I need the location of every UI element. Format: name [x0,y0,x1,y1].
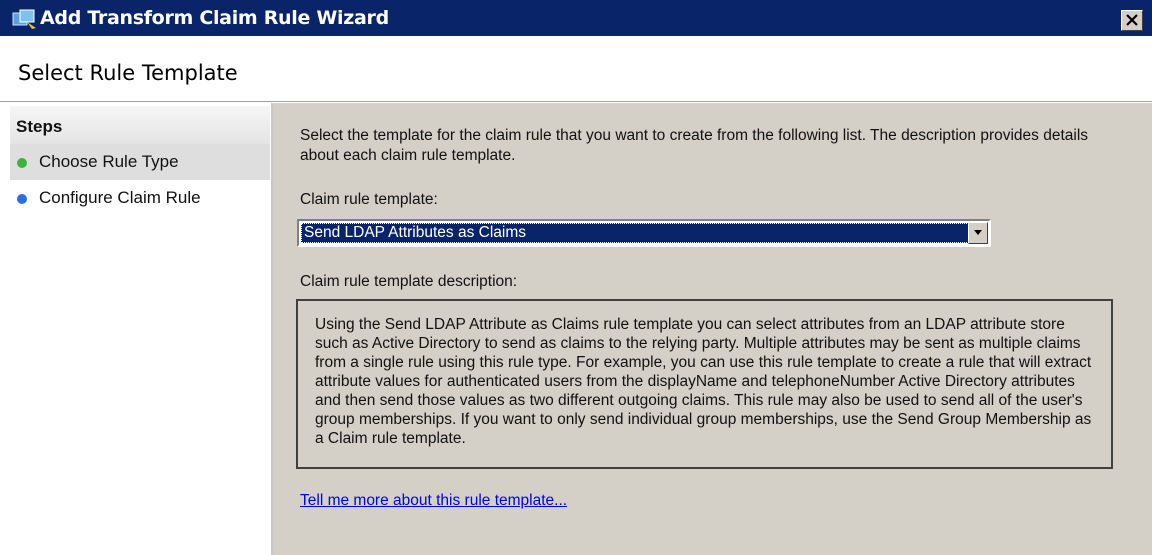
step-configure-claim-rule[interactable]: Configure Claim Rule [10,180,270,216]
template-label: Claim rule template: [300,191,438,208]
dropdown-button[interactable] [968,222,988,244]
main-content: Select the template for the claim rule t… [273,103,1152,555]
window-title: Add Transform Claim Rule Wizard [40,7,389,29]
page-header: Select Rule Template [0,36,1152,102]
selected-template-value: Send LDAP Attributes as Claims [301,223,971,243]
steps-pane: Steps Choose Rule Type Configure Claim R… [10,106,270,555]
steps-heading-label: Steps [16,117,63,136]
step-label: Choose Rule Type [39,152,179,171]
page-title: Select Rule Template [18,61,238,85]
close-icon [1126,14,1138,26]
step-choose-rule-type[interactable]: Choose Rule Type [10,144,270,180]
step-current-dot-icon [17,158,27,168]
claim-rule-template-select[interactable]: Send LDAP Attributes as Claims [297,219,991,247]
steps-heading: Steps [10,106,270,144]
close-button[interactable] [1121,10,1143,31]
step-pending-dot-icon [17,194,27,204]
step-label: Configure Claim Rule [39,188,201,207]
template-description-box: Using the Send LDAP Attribute as Claims … [296,299,1113,469]
more-info-link[interactable]: Tell me more about this rule template... [300,492,567,510]
wizard-app-icon [12,8,38,30]
title-bar[interactable]: Add Transform Claim Rule Wizard [0,0,1152,36]
template-description-text: Using the Send LDAP Attribute as Claims … [315,316,1092,447]
chevron-down-icon [974,230,982,235]
wizard-window: Add Transform Claim Rule Wizard Select R… [0,0,1152,555]
intro-text: Select the template for the claim rule t… [300,127,1089,164]
description-label: Claim rule template description: [300,273,518,290]
